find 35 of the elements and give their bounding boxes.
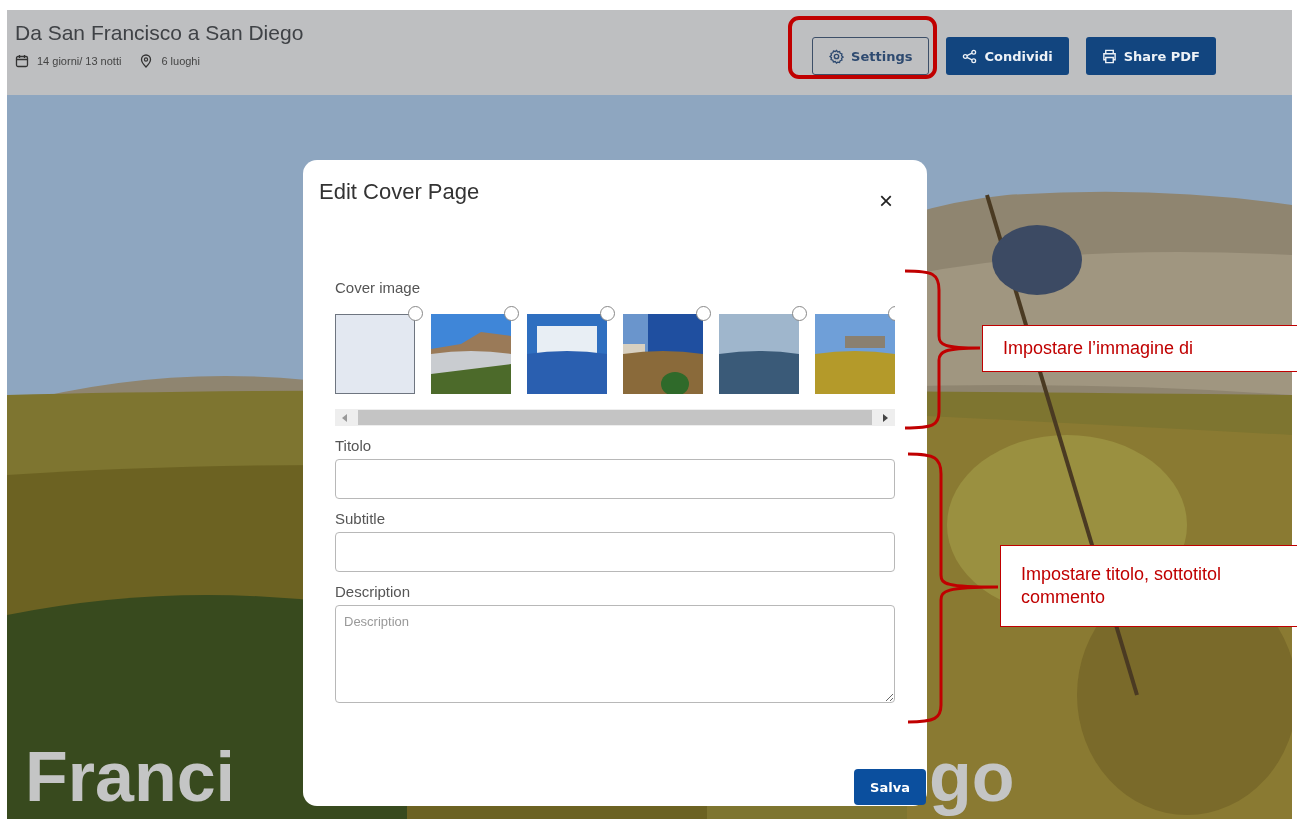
field-label: Description bbox=[335, 583, 412, 600]
dialog-title: Edit Cover Page bbox=[319, 179, 480, 205]
input-field[interactable] bbox=[335, 532, 895, 572]
save-button[interactable]: Salva bbox=[854, 769, 926, 805]
scroll-left-icon[interactable] bbox=[342, 413, 348, 422]
share-icon bbox=[962, 48, 978, 64]
trip-title: Da San Francisco a San Diego bbox=[15, 21, 304, 45]
scroll-right-icon[interactable] bbox=[882, 413, 888, 422]
places-text: 6 luoghi bbox=[161, 55, 200, 67]
share-pdf-button[interactable]: Share PDF bbox=[1085, 37, 1216, 75]
scrollbar-thumb[interactable] bbox=[358, 410, 872, 425]
settings-button[interactable]: Settings bbox=[812, 37, 930, 75]
annotation-text: Impostare titolo, sottotitol commento bbox=[1021, 562, 1222, 609]
share-button[interactable]: Condividi bbox=[946, 37, 1069, 75]
radio-button[interactable] bbox=[408, 306, 423, 321]
annotation-text: Impostare l’immagine di bbox=[1003, 336, 1194, 360]
radio-button[interactable] bbox=[504, 306, 519, 321]
close-button[interactable]: × bbox=[875, 189, 897, 213]
empty-cover-option[interactable] bbox=[335, 314, 415, 394]
calendar-icon bbox=[15, 54, 29, 68]
location-pin-icon bbox=[139, 54, 154, 68]
field-label: Titolo bbox=[335, 437, 373, 454]
hero-title: go bbox=[929, 736, 1015, 817]
description-field[interactable]: Description bbox=[335, 605, 895, 703]
radio-button[interactable] bbox=[696, 306, 711, 321]
hero-title: Franci bbox=[25, 736, 236, 817]
horizontal-scrollbar[interactable] bbox=[335, 409, 895, 426]
radio-button[interactable] bbox=[792, 306, 807, 321]
field-label: Subtitle bbox=[335, 510, 387, 527]
field-label: Cover image bbox=[335, 279, 422, 296]
radio-button[interactable] bbox=[600, 306, 615, 321]
duration-text: 14 giorni/ 13 notti bbox=[37, 55, 122, 67]
input-field[interactable] bbox=[335, 459, 895, 499]
printer-icon bbox=[1101, 48, 1117, 64]
gear-icon bbox=[829, 48, 845, 64]
